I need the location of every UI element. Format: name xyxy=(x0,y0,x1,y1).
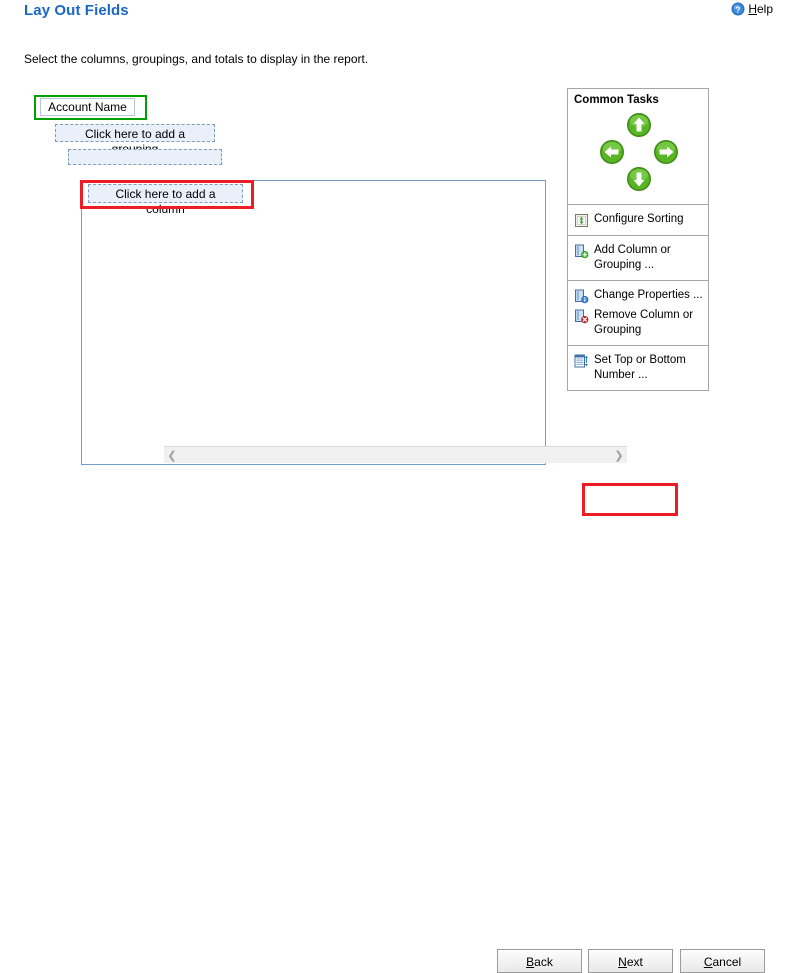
task-label: Set Top or Bottom Number ... xyxy=(594,354,686,381)
move-left-button[interactable] xyxy=(599,139,625,165)
cancel-button[interactable]: Cancel xyxy=(680,949,765,973)
move-down-button[interactable] xyxy=(626,166,652,192)
task-configure-sorting[interactable]: Configure Sorting xyxy=(574,210,704,230)
task-group-top-bottom: Set Top or Bottom Number ... xyxy=(568,345,708,390)
move-right-button[interactable] xyxy=(653,139,679,165)
task-label: Change Properties ... xyxy=(594,289,703,301)
report-columns-canvas[interactable]: ❮ ❯ xyxy=(81,180,627,465)
back-button[interactable]: Back xyxy=(497,949,582,973)
task-change-properties[interactable]: Change Properties ... xyxy=(574,286,704,306)
add-column-icon xyxy=(574,244,589,259)
navigation-arrow-pad xyxy=(568,110,708,204)
field-account-name[interactable]: Account Name xyxy=(40,98,135,116)
properties-icon xyxy=(574,289,589,304)
add-grouping-placeholder[interactable]: Click here to add a grouping xyxy=(55,124,215,156)
help-label: Help xyxy=(748,2,773,16)
help-link[interactable]: ? Help xyxy=(731,2,773,16)
field-layout-area: Account Name Click here to add a groupin… xyxy=(0,0,627,520)
task-remove-column-or-grouping[interactable]: Remove Column or Grouping xyxy=(574,306,704,340)
move-up-button[interactable] xyxy=(626,112,652,138)
footer-button-bar: Back Next Cancel xyxy=(0,460,793,973)
task-group-sorting: Configure Sorting xyxy=(568,204,708,235)
sort-icon xyxy=(574,213,589,228)
svg-text:?: ? xyxy=(736,4,741,14)
common-tasks-panel: Common Tasks Configure Sorting Add Colum… xyxy=(567,88,709,391)
task-label: Add Column or Grouping ... xyxy=(594,244,671,271)
task-label: Configure Sorting xyxy=(594,213,684,225)
task-group-modify: Change Properties ... Remove Column or G… xyxy=(568,280,708,345)
task-group-add: Add Column or Grouping ... xyxy=(568,235,708,280)
empty-grouping-slot[interactable] xyxy=(68,149,222,165)
next-button[interactable]: Next xyxy=(588,949,673,973)
task-label: Remove Column or Grouping xyxy=(594,309,694,336)
top-bottom-icon xyxy=(574,354,589,369)
help-circle-icon: ? xyxy=(731,2,745,16)
common-tasks-header: Common Tasks xyxy=(574,94,659,106)
task-set-top-or-bottom-number[interactable]: Set Top or Bottom Number ... xyxy=(574,351,704,385)
remove-column-icon xyxy=(574,309,589,324)
task-add-column-or-grouping[interactable]: Add Column or Grouping ... xyxy=(574,241,704,275)
add-column-placeholder[interactable]: Click here to add a column xyxy=(88,184,243,216)
